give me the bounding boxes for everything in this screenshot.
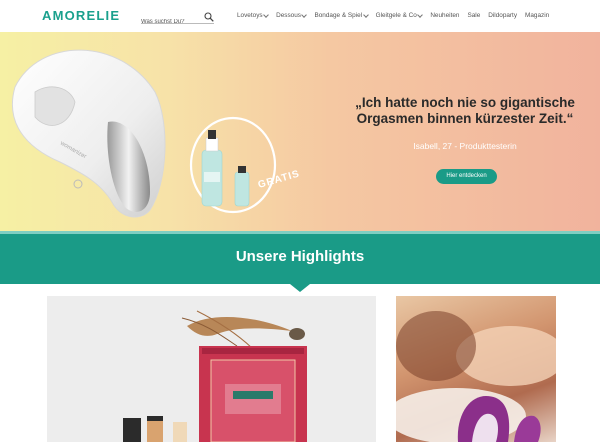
site-header: AMORELIE Lovetoys Dessous Bondage & Spie…: [0, 0, 600, 32]
hero-banner[interactable]: womanizer GRATIS „Ich hatte noch nie so …: [0, 32, 600, 231]
highlight-card-toy[interactable]: [396, 296, 556, 442]
nav-item-sale[interactable]: Sale: [467, 12, 480, 19]
nav-item-lovetoys[interactable]: Lovetoys: [237, 11, 269, 19]
nav-item-label: Sale: [467, 12, 481, 19]
highlights-banner: Unsere Highlights: [0, 231, 600, 284]
nav-item-magazin[interactable]: Magazin: [525, 12, 549, 19]
hero-quote-line: „Ich hatte noch nie so gigantische: [355, 95, 575, 110]
chevron-down-icon: [417, 11, 424, 18]
nav-item-label: Dessous: [276, 12, 301, 19]
discover-button[interactable]: Hier entdecken: [436, 169, 497, 184]
lifestyle-image: [396, 311, 556, 442]
chevron-down-icon: [362, 11, 369, 18]
highlight-card-gift-set[interactable]: [47, 296, 376, 442]
search-box: [141, 10, 214, 29]
chevron-down-icon: [263, 11, 269, 18]
chevron-down-icon: [301, 11, 308, 18]
nav-item-label: Lovetoys: [237, 12, 263, 19]
brand-logo[interactable]: AMORELIE: [42, 8, 120, 23]
section-title: Unsere Highlights: [235, 248, 365, 265]
nav-item-label: Magazin: [525, 12, 550, 19]
nav-item-dildoparty[interactable]: Dildoparty: [488, 12, 517, 19]
nav-item-dessous[interactable]: Dessous: [276, 11, 308, 19]
gratis-badge: GRATIS: [189, 116, 301, 214]
hero-author: Isabell, 27 - Produkttesterin: [413, 141, 517, 151]
nav-item-neuheiten[interactable]: Neuheiten: [430, 12, 459, 19]
nav-item-gleitgele[interactable]: Gleitgele & Co: [375, 11, 424, 19]
nav-item-bondage-spiel[interactable]: Bondage & Spiel: [314, 11, 369, 19]
main-nav: Lovetoys Dessous Bondage & Spiel Gleitge…: [237, 11, 557, 19]
product-image: womanizer: [11, 49, 166, 218]
product-image: [123, 310, 307, 442]
nav-item-label: Gleitgele & Co: [375, 12, 417, 19]
gratis-badge-text: GRATIS: [257, 168, 301, 190]
hero-quote: „Ich hatte noch nie so gigantische Orgas…: [340, 95, 590, 127]
arrow-down-icon: [290, 284, 310, 292]
nav-item-label: Neuheiten: [430, 12, 460, 19]
nav-item-label: Dildoparty: [488, 12, 518, 19]
nav-item-label: Bondage & Spiel: [314, 12, 363, 19]
search-icon[interactable]: [204, 12, 214, 22]
search-input[interactable]: [141, 15, 199, 29]
hero-quote-line: Orgasmen binnen kürzester Zeit.“: [356, 111, 574, 126]
